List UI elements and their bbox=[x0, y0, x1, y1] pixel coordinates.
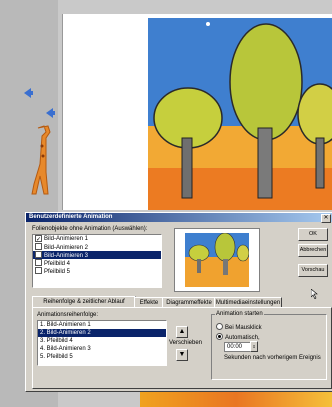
preview-thumbnail bbox=[185, 233, 249, 287]
move-up-button[interactable]: ▲ bbox=[176, 326, 188, 338]
dialog-title[interactable]: Benutzerdefinierte Animation bbox=[26, 213, 332, 222]
list-item[interactable]: 1. Bild-Animieren 1 bbox=[38, 321, 166, 329]
list-item[interactable]: 5. Pfeilbild 5 bbox=[38, 353, 166, 361]
move-down-button[interactable]: ▼ bbox=[176, 349, 188, 361]
start-group-label: Animation starten bbox=[215, 311, 264, 317]
animation-preview-pane bbox=[174, 228, 260, 292]
preview-button[interactable]: Vorschau bbox=[298, 264, 328, 277]
list-item[interactable]: ✓ Bild-Animieren 1 bbox=[33, 235, 161, 243]
order-list-label: Animationsreihenfolge: bbox=[37, 312, 99, 318]
mouse-cursor-icon bbox=[311, 289, 318, 299]
close-button[interactable]: ✕ bbox=[321, 214, 331, 223]
list-item[interactable]: 2. Bild-Animieren 2 bbox=[38, 329, 166, 337]
checkbox[interactable] bbox=[35, 243, 42, 250]
giraffe-clipart[interactable] bbox=[24, 124, 56, 196]
custom-animation-dialog: Benutzerdefinierte Animation ✕ Folienobj… bbox=[25, 212, 332, 392]
seconds-spinner[interactable]: ⇕ bbox=[250, 341, 258, 352]
checkbox[interactable] bbox=[35, 267, 42, 274]
seconds-suffix: Sekunden nach vorherigem Ereignis bbox=[224, 355, 321, 361]
checkbox[interactable] bbox=[35, 251, 42, 258]
ok-button[interactable]: OK bbox=[298, 228, 328, 241]
list-item[interactable]: Pfeilbild 4 bbox=[33, 259, 161, 267]
animation-order-listbox[interactable]: 1. Bild-Animieren 1 2. Bild-Animieren 2 … bbox=[37, 320, 167, 366]
start-auto-option[interactable]: Automatisch, bbox=[216, 333, 260, 341]
cancel-button[interactable]: Abbrechen bbox=[298, 244, 328, 257]
start-on-click-option[interactable]: Bei Mausklick bbox=[216, 323, 262, 331]
move-label: Verschieben bbox=[169, 340, 203, 346]
seconds-input[interactable]: 00:00 bbox=[224, 342, 252, 352]
radio[interactable] bbox=[216, 323, 223, 330]
list-item[interactable]: Bild-Animieren 3 bbox=[33, 251, 161, 259]
list-item[interactable]: Bild-Animieren 2 bbox=[33, 243, 161, 251]
radio[interactable] bbox=[216, 333, 223, 340]
objects-list-label: Folienobjekte ohne Animation (Auswählen)… bbox=[32, 226, 148, 232]
checkbox[interactable] bbox=[35, 259, 42, 266]
checkbox[interactable]: ✓ bbox=[35, 235, 42, 243]
start-animation-group: Animation starten Bei Mausklick Automati… bbox=[211, 311, 327, 380]
list-item[interactable]: 3. Pfeilbild 4 bbox=[38, 337, 166, 345]
sound-arrow-icon bbox=[46, 108, 55, 118]
order-timing-panel: Animationsreihenfolge: 1. Bild-Animieren… bbox=[32, 307, 332, 389]
sound-arrow-icon bbox=[24, 88, 33, 98]
list-item[interactable]: 4. Bild-Animieren 3 bbox=[38, 345, 166, 353]
painting-bottom-edge bbox=[140, 390, 332, 407]
list-item[interactable]: Pfeilbild 5 bbox=[33, 267, 161, 275]
tree-painting-image[interactable] bbox=[148, 18, 332, 210]
objects-listbox[interactable]: ✓ Bild-Animieren 1 Bild-Animieren 2 Bild-… bbox=[32, 234, 162, 288]
